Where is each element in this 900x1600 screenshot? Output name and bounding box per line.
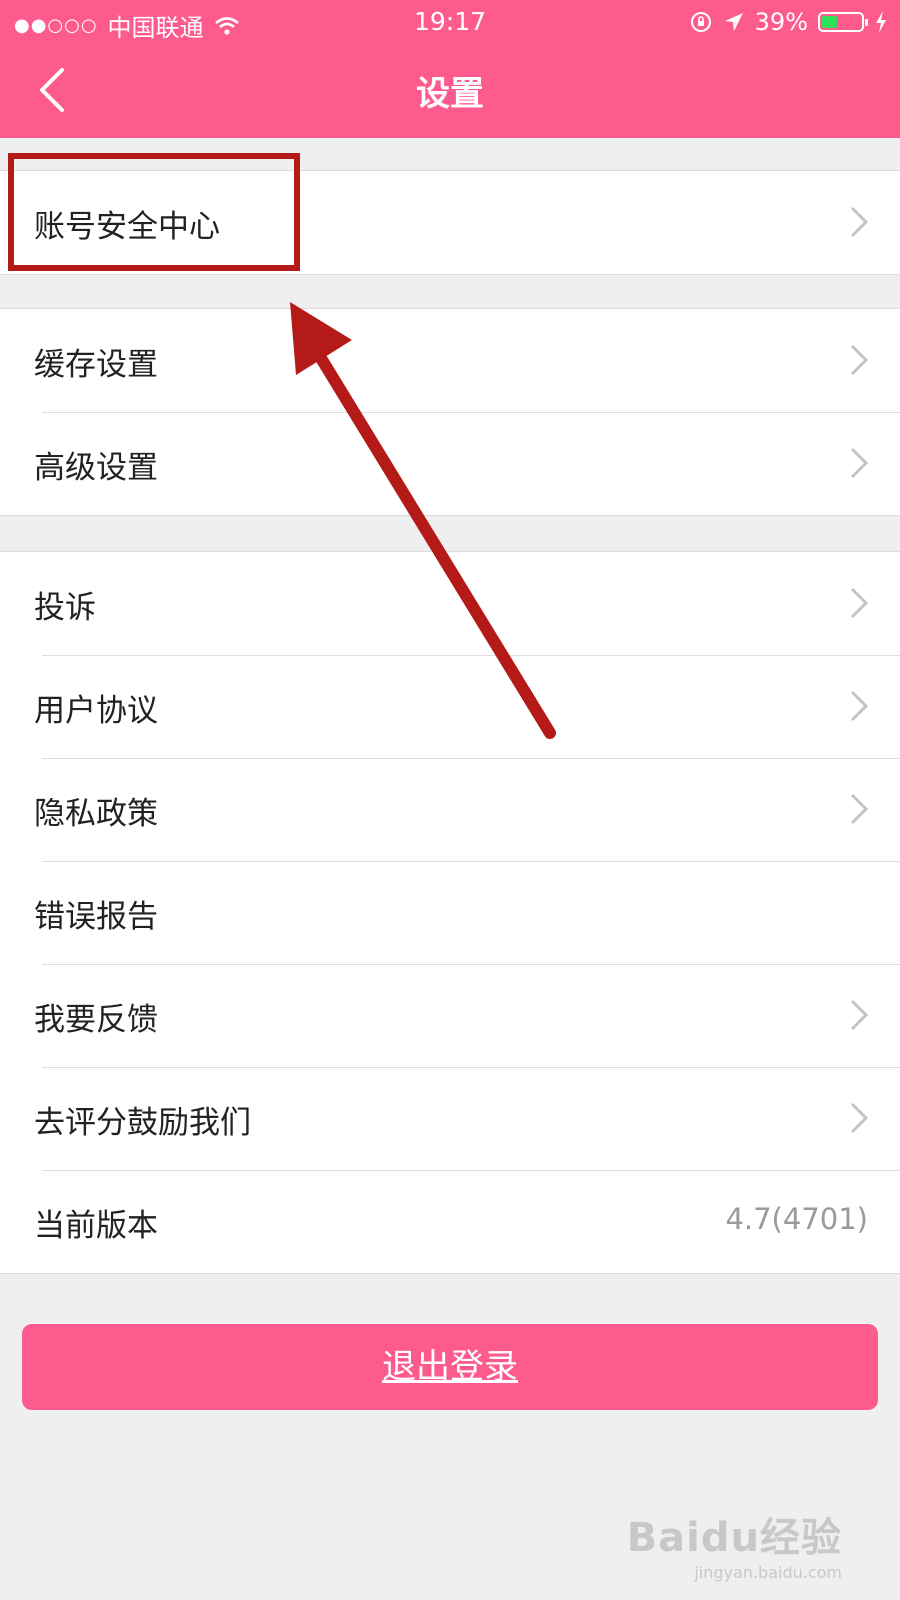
page-title: 设置: [416, 74, 484, 114]
settings-item-user-agreement[interactable]: 用户协议: [0, 655, 900, 758]
watermark-url: jingyan.baidu.com: [694, 1563, 842, 1582]
settings-item-feedback[interactable]: 我要反馈: [0, 964, 900, 1067]
settings-item-label: 投诉: [34, 590, 96, 626]
settings-item-label: 我要反馈: [34, 1002, 158, 1038]
chevron-right-icon: [850, 999, 869, 1031]
logout-button[interactable]: 退出登录: [22, 1324, 878, 1410]
chevron-right-icon: [850, 793, 869, 825]
settings-item-rate-us[interactable]: 去评分鼓励我们: [0, 1067, 900, 1170]
settings-group-about: 投诉 用户协议 隐私政策 错误报告 我要反馈 去评分鼓励我们 当前版本 4.7(…: [0, 551, 900, 1274]
settings-group-storage: 缓存设置 高级设置: [0, 308, 900, 516]
settings-item-label: 去评分鼓励我们: [34, 1105, 251, 1141]
chevron-right-icon: [850, 206, 869, 238]
settings-item-current-version: 当前版本 4.7(4701): [0, 1170, 900, 1273]
settings-item-privacy-policy[interactable]: 隐私政策: [0, 758, 900, 861]
settings-item-error-report[interactable]: 错误报告: [0, 861, 900, 964]
highlight-box: [8, 153, 300, 271]
chevron-right-icon: [850, 344, 869, 376]
chevron-right-icon: [850, 447, 869, 479]
settings-item-label: 用户协议: [34, 693, 158, 729]
rotation-lock-icon: [690, 12, 711, 32]
battery-icon: [818, 12, 868, 32]
settings-item-advanced[interactable]: 高级设置: [0, 412, 900, 515]
charging-bolt-icon: [876, 11, 886, 33]
settings-item-complaint[interactable]: 投诉: [0, 552, 900, 655]
version-value: 4.7(4701): [725, 1202, 868, 1236]
status-bar: ●●○○○ 中国联通 19:17 39%: [0, 0, 900, 44]
settings-item-label: 缓存设置: [34, 347, 158, 383]
settings-item-label: 高级设置: [34, 450, 158, 486]
watermark: Baidu经验 jingyan.baidu.com: [627, 1505, 842, 1582]
chevron-right-icon: [850, 690, 869, 722]
settings-item-label: 当前版本: [34, 1208, 158, 1244]
chevron-right-icon: [850, 1102, 869, 1134]
watermark-logo: Baidu经验: [626, 1515, 842, 1561]
battery-percent: 39%: [754, 8, 808, 36]
chevron-right-icon: [850, 587, 869, 619]
top-bar: ●●○○○ 中国联通 19:17 39% 设置: [0, 0, 900, 138]
settings-item-cache[interactable]: 缓存设置: [0, 309, 900, 412]
settings-item-label: 隐私政策: [34, 796, 158, 832]
battery-level: [822, 16, 837, 28]
location-arrow-icon: [724, 13, 743, 31]
settings-item-label: 错误报告: [34, 899, 158, 935]
